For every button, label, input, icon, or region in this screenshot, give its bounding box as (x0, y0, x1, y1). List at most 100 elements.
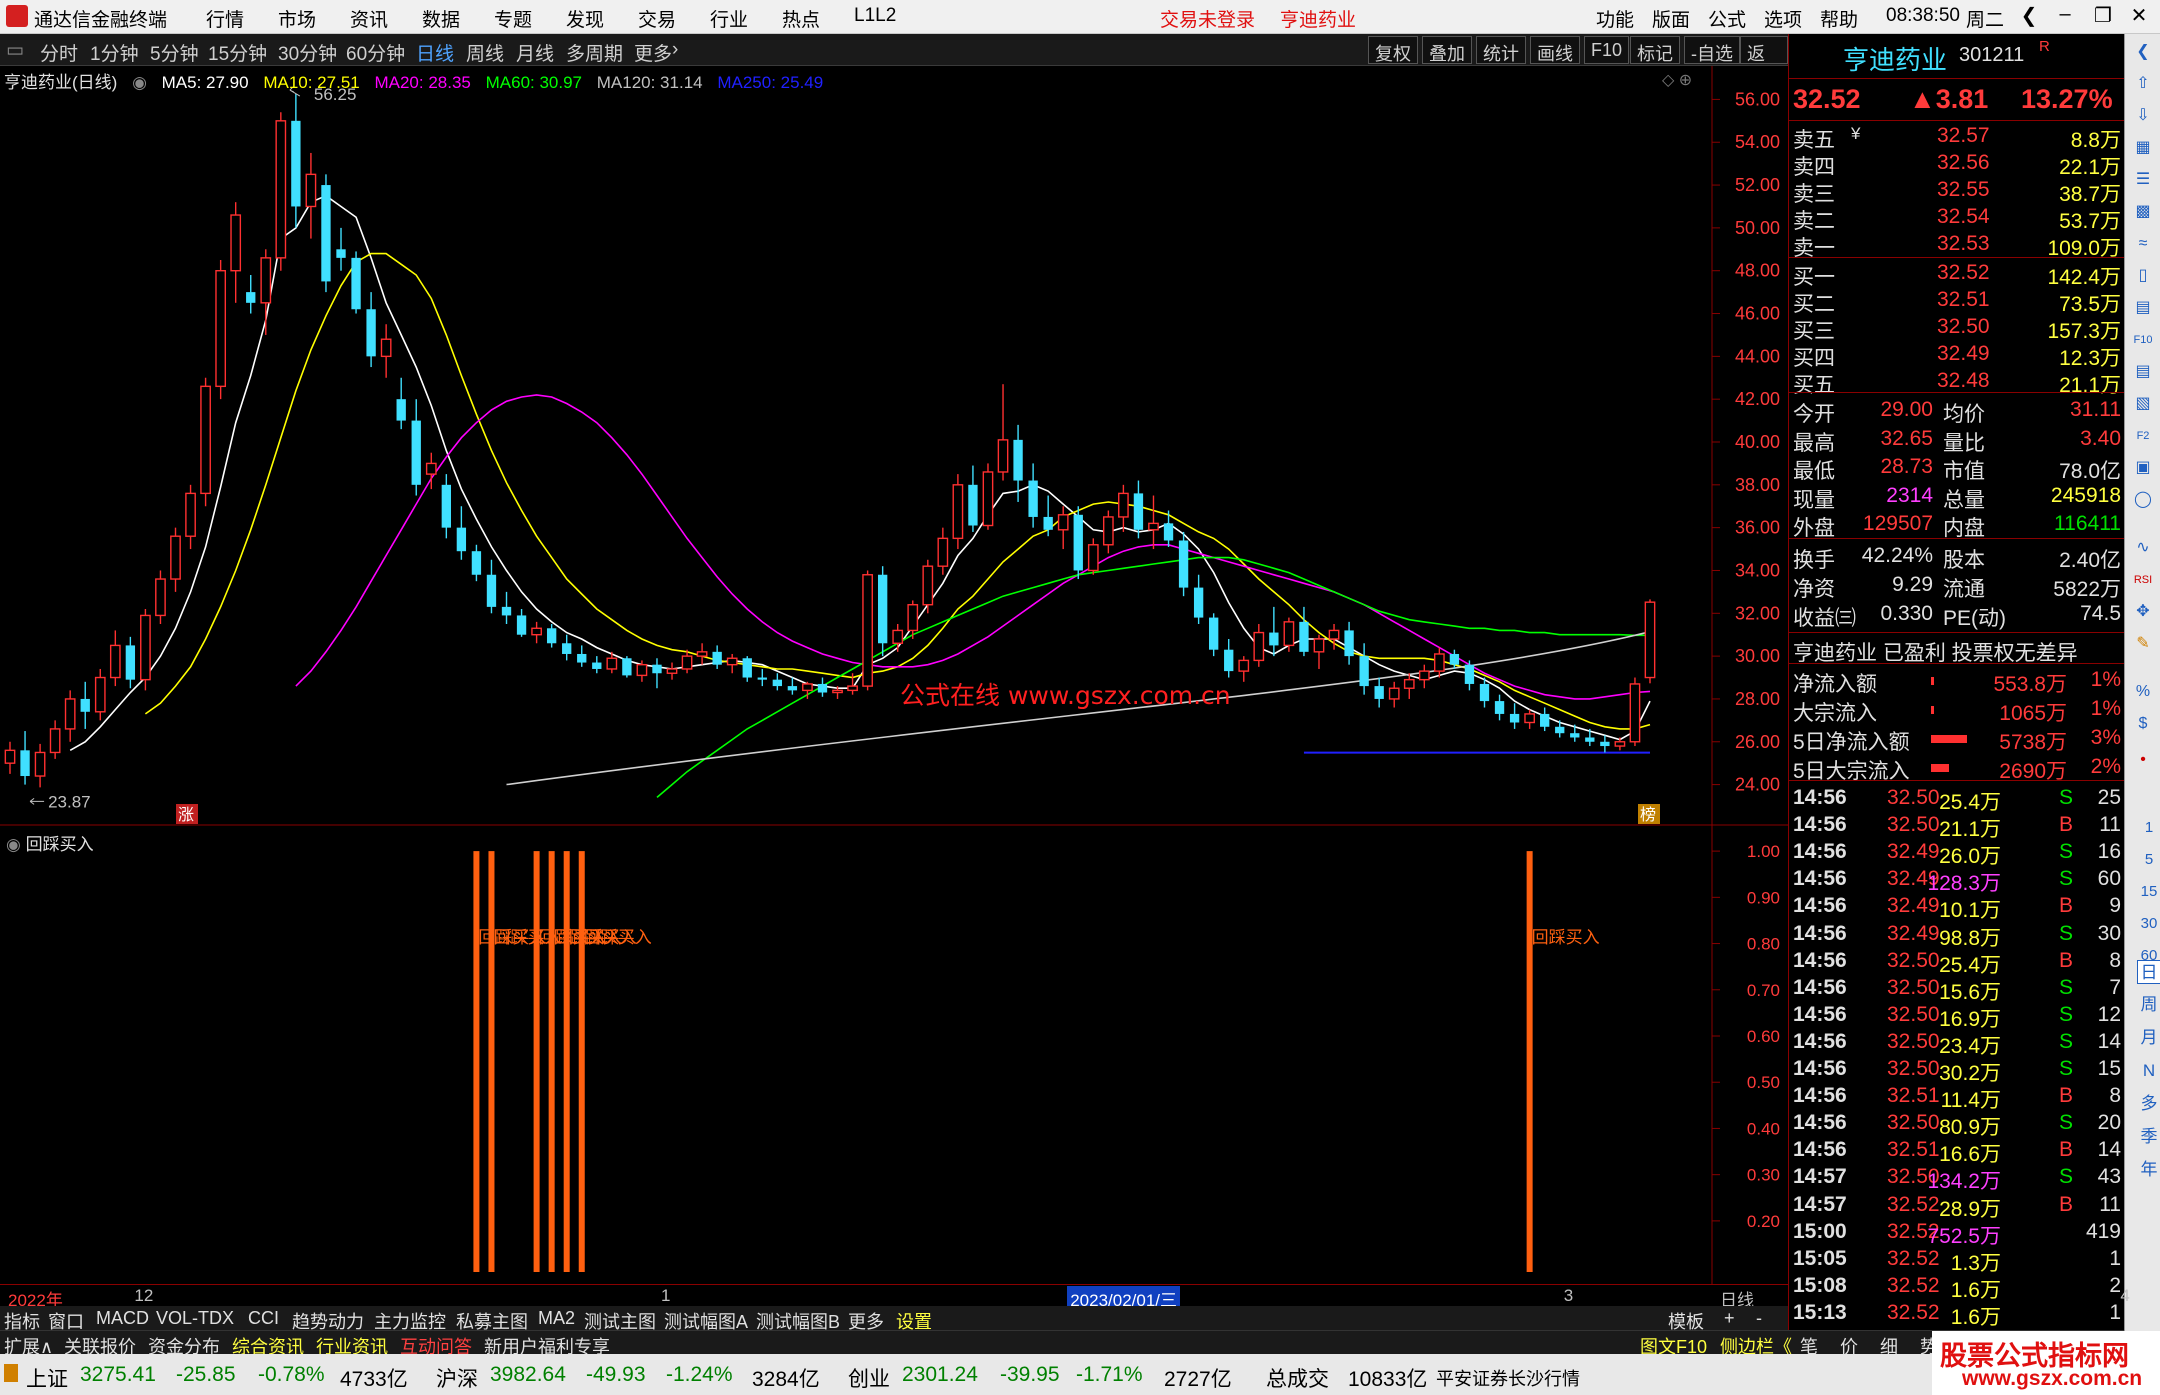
period-tab[interactable]: 多周期 (566, 39, 623, 66)
tick-row[interactable]: 14:56 32.49 128.3万 S 60 (1789, 865, 2125, 895)
tick-row[interactable]: 14:56 32.50 21.1万 B 11 (1789, 811, 2125, 841)
move-icon[interactable]: ✥ (2131, 600, 2155, 624)
rsi-icon[interactable]: RSI (2131, 568, 2155, 592)
menu-item[interactable]: L1L2 (854, 5, 896, 27)
menu-item[interactable]: 数据 (422, 5, 460, 32)
period-tab[interactable]: 30分钟 (278, 39, 337, 66)
mark-button[interactable]: 标记 (1630, 36, 1680, 64)
period-tab[interactable]: 分时 (40, 39, 78, 66)
chevron-right-icon[interactable]: › (672, 39, 678, 61)
period-tab[interactable]: 60分钟 (346, 39, 405, 66)
menu-item[interactable]: 行业 (710, 5, 748, 32)
stat-row[interactable]: 现量 2314 总量 245918 (1789, 482, 2125, 512)
period-tab[interactable]: 月线 (516, 39, 554, 66)
expand-icon[interactable] (4, 1364, 18, 1382)
pen-icon[interactable]: ✎ (2131, 632, 2155, 656)
minute-period-button[interactable]: 1 (2137, 816, 2160, 840)
stat-row[interactable]: 最低 28.73 市值 78.0亿 (1789, 453, 2125, 483)
line-chart-icon[interactable]: ≈ (2131, 232, 2155, 256)
period-side-button[interactable]: 季 (2137, 1125, 2160, 1149)
minute-period-button[interactable]: 5 (2137, 848, 2160, 872)
chart-icon[interactable]: ▧ (2131, 392, 2155, 416)
stats-button[interactable]: 统计 (1476, 36, 1526, 64)
bid-row[interactable]: 买三 32.50 157.3万 (1789, 313, 2125, 343)
ask-row[interactable]: 卖一 32.53 109.0万 (1789, 230, 2125, 260)
f10-icon[interactable]: F10 (2131, 328, 2155, 352)
tick-row[interactable]: 15:13 32.52 1.6万 1 (1789, 1299, 2125, 1329)
stat-row[interactable]: 今开 29.00 均价 31.11 (1789, 396, 2125, 426)
sh-label[interactable]: 上证 (26, 1363, 68, 1393)
period-tab[interactable]: 1分钟 (90, 39, 139, 66)
flow-row[interactable]: 净流入额 553.8万 1% (1789, 666, 2125, 696)
bid-row[interactable]: 买二 32.51 73.5万 (1789, 286, 2125, 316)
arrow-down-icon[interactable]: ⇩ (2131, 104, 2155, 128)
indicator-tab[interactable]: MA2 (538, 1308, 575, 1329)
period-tab[interactable]: 15分钟 (208, 39, 267, 66)
chart-options-icon[interactable]: ◇ ⊕ (1662, 70, 1692, 90)
flow-row[interactable]: 5日净流入额 5738万 3% (1789, 724, 2125, 754)
table-icon[interactable]: ▤ (2131, 296, 2155, 320)
menu-item[interactable]: 版面 (1652, 5, 1690, 32)
indicator-settings-icon[interactable]: ◉ (6, 835, 21, 854)
bars-icon[interactable]: ▩ (2131, 200, 2155, 224)
tick-row[interactable]: 14:56 32.49 10.1万 B 9 (1789, 892, 2125, 922)
tick-row[interactable]: 14:56 32.51 11.4万 B 8 (1789, 1082, 2125, 1112)
restore-icon[interactable]: ❐ (2090, 3, 2116, 29)
back-button[interactable]: 返回 (1740, 36, 1788, 90)
flow-row[interactable]: 5日大宗流入 2690万 2% (1789, 753, 2125, 783)
menu-item[interactable]: 专题 (494, 5, 532, 32)
ask-row[interactable]: 卖四 32.56 22.1万 (1789, 149, 2125, 179)
back-icon[interactable]: ❮ (2016, 3, 2042, 29)
tick-row[interactable]: 14:56 32.50 15.6万 S 7 (1789, 974, 2125, 1004)
f10-button[interactable]: F10 (1584, 36, 1630, 64)
remove-pane-button[interactable]: - (1756, 1308, 1762, 1329)
menu-item[interactable]: 功能 (1596, 5, 1634, 32)
minute-period-button[interactable]: 30 (2137, 912, 2160, 936)
circle-icon[interactable]: ◯ (2131, 488, 2155, 512)
tick-row[interactable]: 14:56 32.50 23.4万 S 14 (1789, 1028, 2125, 1058)
menu-item[interactable]: 市场 (278, 5, 316, 32)
percent-icon[interactable]: % (2131, 680, 2155, 704)
indicator-tab[interactable]: CCI (248, 1308, 279, 1329)
settings-dot-icon[interactable]: ◉ (132, 73, 147, 92)
close-icon[interactable]: ✕ (2126, 3, 2152, 29)
fund-row[interactable]: 换手 42.24% 股本 2.40亿 (1789, 542, 2125, 572)
doc-icon[interactable]: ▤ (2131, 360, 2155, 384)
fuquan-button[interactable]: 复权 (1368, 36, 1418, 64)
kline-chart[interactable]: 56.00 54.00 52.00 50.00 48.00 46.00 44.00 42.00… (0, 66, 1788, 826)
trade-status[interactable]: 交易未登录 (1160, 5, 1255, 32)
f2-icon[interactable]: F2 (2131, 424, 2155, 448)
menu-item[interactable]: 交易 (638, 5, 676, 32)
tick-row[interactable]: 14:56 32.51 16.6万 B 14 (1789, 1136, 2125, 1166)
grid-icon[interactable]: ▦ (2131, 136, 2155, 160)
tick-row[interactable]: 14:57 32.50 134.2万 S 43 (1789, 1163, 2125, 1193)
overlay-button[interactable]: 叠加 (1422, 36, 1472, 64)
stat-row[interactable]: 外盘 129507 内盘 116411 (1789, 510, 2125, 540)
tick-row[interactable]: 14:56 32.49 26.0万 S 16 (1789, 838, 2125, 868)
tick-row[interactable]: 14:56 32.50 80.9万 S 20 (1789, 1109, 2125, 1139)
indicator-tab[interactable]: VOL-TDX (156, 1308, 234, 1329)
cy-label[interactable]: 创业 (848, 1363, 890, 1393)
period-tab-more[interactable]: 更多 (634, 39, 672, 66)
tick-row[interactable]: 14:56 32.50 16.9万 S 12 (1789, 1001, 2125, 1031)
period-side-button[interactable]: 多 (2137, 1092, 2160, 1116)
tick-row[interactable]: 15:08 32.52 1.6万 2 (1789, 1272, 2125, 1302)
bid-row[interactable]: 买五 32.48 21.1万 (1789, 367, 2125, 397)
stat-row[interactable]: 最高 32.65 量比 3.40 (1789, 425, 2125, 455)
wave-icon[interactable]: ∿ (2131, 536, 2155, 560)
minute-period-button[interactable]: 15 (2137, 880, 2160, 904)
ask-row[interactable]: 卖三 32.55 38.7万 (1789, 176, 2125, 206)
menu-item[interactable]: 公式 (1708, 5, 1746, 32)
arrow-up-icon[interactable]: ⇧ (2131, 72, 2155, 96)
menu-item[interactable]: 资讯 (350, 5, 388, 32)
tick-row[interactable]: 14:56 32.50 30.2万 S 15 (1789, 1055, 2125, 1085)
period-tab-active[interactable]: 日线 (416, 39, 454, 66)
tick-row[interactable]: 14:56 32.50 25.4万 B 8 (1789, 947, 2125, 977)
period-side-button[interactable]: 月 (2137, 1026, 2160, 1050)
indicator-chart[interactable]: 1.00 0.90 0.80 0.70 0.60 0.50 0.40 0.30 0.20 回踩买… (0, 826, 1788, 1284)
menu-item[interactable]: 发现 (566, 5, 604, 32)
dot-icon[interactable]: • (2131, 748, 2155, 772)
flow-row[interactable]: 大宗流入 1065万 1% (1789, 695, 2125, 725)
menu-item[interactable]: 行情 (206, 5, 244, 32)
ask-row[interactable]: 卖五 ¥32.57 8.8万 (1789, 122, 2125, 152)
